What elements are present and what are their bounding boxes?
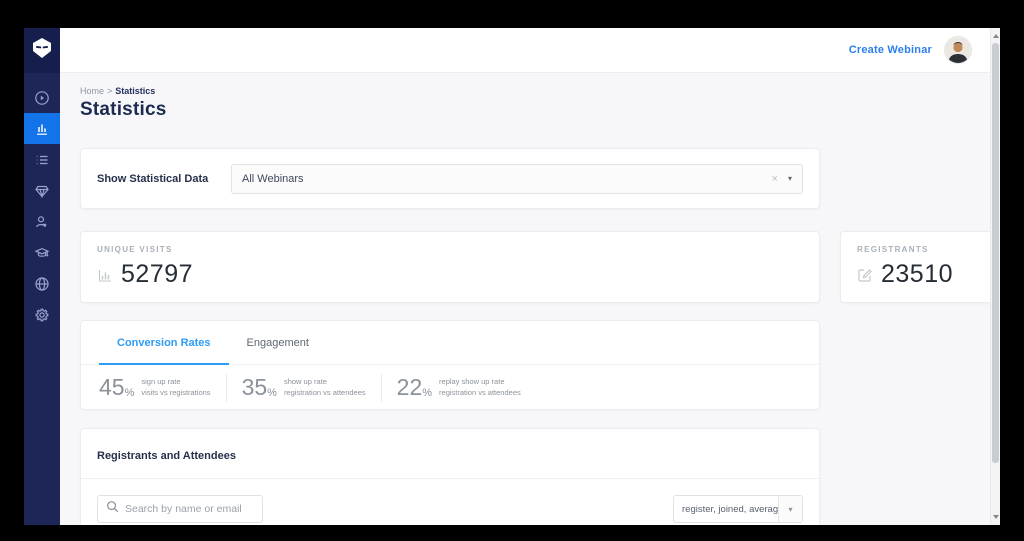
stat-label: UNIQUE VISITS <box>97 245 173 254</box>
breadcrumb: Home > Statistics <box>80 86 990 96</box>
stat-card-unique-visits: UNIQUE VISITS 52797 <box>80 231 820 303</box>
demio-logo <box>31 37 53 64</box>
rate-showup: 35% show up rate registration vs attende… <box>241 373 382 402</box>
filter-card: Show Statistical Data All Webinars × ▾ <box>80 148 820 209</box>
edit-icon <box>857 267 873 283</box>
main-area: Create Webinar Home > Statistics Statistic… <box>60 28 990 525</box>
tab-row: Conversion Rates Engagement <box>81 321 819 365</box>
stat-card-registrants: REGISTRANTS 23510 <box>840 231 990 303</box>
play-circle-icon <box>34 90 50 106</box>
list-icon <box>34 152 50 168</box>
breadcrumb-home-link[interactable]: Home <box>80 86 104 96</box>
bar-chart-icon <box>34 121 50 137</box>
user-avatar[interactable] <box>944 36 972 64</box>
topbar: Create Webinar <box>60 28 990 73</box>
sidebar-logo[interactable] <box>24 28 60 73</box>
rate-value: 45% <box>99 374 135 400</box>
stat-value: 23510 <box>881 260 954 288</box>
content: Home > Statistics Statistics Show Statisti… <box>60 73 990 525</box>
registrants-card: Registrants and Attendees register <box>80 428 820 525</box>
rate-description: show up rate registration vs attendees <box>283 377 366 397</box>
sidebar-item-community[interactable] <box>24 268 60 299</box>
search-icon <box>106 500 119 518</box>
webinar-filter-select[interactable]: All Webinars × ▾ <box>231 163 803 194</box>
globe-icon <box>34 276 50 292</box>
conversion-card: Conversion Rates Engagement 45% sign up … <box>80 320 820 410</box>
bar-chart-icon <box>97 267 113 283</box>
sidebar-item-people[interactable] <box>24 206 60 237</box>
clear-icon[interactable]: × <box>772 173 778 185</box>
rate-description: replay show up rate registration vs atte… <box>439 377 521 397</box>
tab-engagement[interactable]: Engagement <box>229 321 327 364</box>
scrollbar-down-arrow[interactable] <box>991 511 1000 523</box>
rate-value: 35% <box>241 374 277 400</box>
rate-replay-showup: 22% replay show up rate registration vs … <box>397 374 536 402</box>
sidebar-item-rewards[interactable] <box>24 175 60 206</box>
gear-icon <box>34 307 50 323</box>
sidebar <box>24 28 60 525</box>
rate-description: sign up rate visits vs registrations <box>141 377 211 397</box>
stats-row: UNIQUE VISITS 52797 REGISTRANTS 23510 <box>80 231 990 303</box>
tab-conversion-rates[interactable]: Conversion Rates <box>99 321 229 365</box>
sidebar-item-statistics[interactable] <box>24 113 60 144</box>
rate-signup: 45% sign up rate visits vs registrations <box>99 373 227 402</box>
stat-label: REGISTRANTS <box>857 245 929 254</box>
sort-selected-value: register, joined, averag... <box>682 503 778 515</box>
scrollbar-thumb[interactable] <box>992 43 999 463</box>
vertical-scrollbar[interactable] <box>990 28 1000 525</box>
sidebar-item-webinars[interactable] <box>24 82 60 113</box>
person-heart-icon <box>34 214 50 230</box>
rate-value: 22% <box>396 374 433 400</box>
sidebar-item-settings[interactable] <box>24 299 60 330</box>
graduation-cap-icon <box>34 245 50 261</box>
conversion-rates-row: 45% sign up rate visits vs registrations… <box>81 365 819 410</box>
sidebar-item-list[interactable] <box>24 144 60 175</box>
sort-select[interactable]: register, joined, averag... ▾ <box>673 495 803 523</box>
section-heading: Registrants and Attendees <box>97 450 236 462</box>
breadcrumb-separator: > <box>107 86 113 96</box>
create-webinar-button[interactable]: Create Webinar <box>849 44 932 56</box>
chevron-down-icon[interactable]: ▾ <box>788 174 792 183</box>
screenshot-root: { "colors": { "sidebar": "#1d2657", "sid… <box>0 0 1024 541</box>
page-title: Statistics <box>80 99 167 120</box>
app-window: Create Webinar Home > Statistics Statistic… <box>24 28 1000 525</box>
gem-icon <box>34 183 50 199</box>
filter-label: Show Statistical Data <box>97 172 209 185</box>
search-box <box>97 495 263 523</box>
filter-selected-value: All Webinars <box>242 172 304 185</box>
search-input[interactable] <box>125 503 254 515</box>
chevron-down-icon: ▾ <box>778 496 802 522</box>
breadcrumb-current: Statistics <box>115 86 156 96</box>
scrollbar-up-arrow[interactable] <box>991 30 1000 42</box>
sidebar-item-learn[interactable] <box>24 237 60 268</box>
stat-value: 52797 <box>121 260 194 288</box>
